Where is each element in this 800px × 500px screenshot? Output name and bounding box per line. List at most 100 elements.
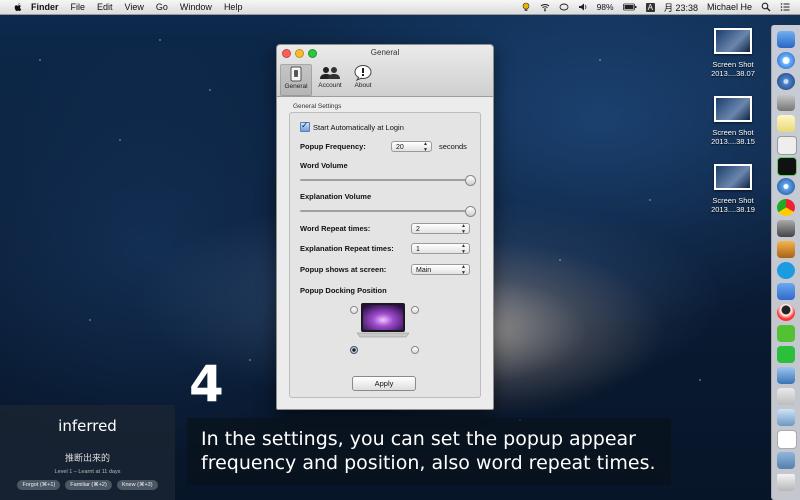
dock-bottom-left-radio[interactable] — [350, 346, 358, 354]
dock-bottom-right-radio[interactable] — [411, 346, 419, 354]
folder-icon[interactable] — [777, 452, 795, 469]
popup-frequency-label: Popup Frequency: — [300, 142, 366, 151]
tab-account[interactable]: Account — [315, 64, 345, 94]
menu-edit[interactable]: Edit — [97, 0, 113, 14]
document-stack-icon[interactable] — [777, 430, 797, 449]
file-name-line2: 2013....38.07 — [711, 69, 755, 78]
popup-frequency-value: 20 — [396, 144, 404, 151]
popup-meta: Level 1 – Learnt at 11 days — [54, 469, 121, 475]
tutorial-caption: In the settings, you can set the popup a… — [187, 418, 671, 485]
input-source-indicator[interactable]: A — [645, 2, 655, 12]
safari-icon[interactable] — [777, 178, 795, 195]
info-bubble-icon — [354, 65, 372, 81]
word-popup-card: inferred 推断出来的 Level 1 – Learnt at 11 da… — [0, 405, 175, 500]
tab-about[interactable]: About — [348, 64, 378, 94]
dock-top-right-radio[interactable] — [411, 306, 419, 314]
downloads-stack-icon[interactable] — [777, 388, 795, 405]
lightbulb-icon[interactable] — [521, 2, 531, 12]
file-name-line2: 2013....38.15 — [711, 137, 755, 146]
menu-go[interactable]: Go — [156, 0, 168, 14]
explanation-repeat-select[interactable]: 1 ▲ ▼ — [411, 243, 470, 254]
qq-icon[interactable] — [777, 304, 795, 321]
forgot-button[interactable]: Forgot (⌘+1) — [17, 480, 61, 490]
desktop-file-screenshot-3[interactable]: Screen Shot 2013....38.19 — [698, 164, 768, 214]
trash-icon[interactable] — [777, 474, 795, 491]
select-arrows-icon: ▲ ▼ — [461, 243, 466, 255]
system-preferences-icon[interactable] — [777, 94, 795, 111]
knew-button[interactable]: Knew (⌘+3) — [116, 480, 158, 490]
explanation-volume-label: Explanation Volume — [300, 192, 372, 201]
slider-knob[interactable] — [465, 175, 476, 186]
slider-track — [300, 179, 470, 181]
screenshot-thumbnail-icon — [714, 164, 752, 190]
tab-label: Account — [318, 82, 342, 89]
preferences-toolbar: General Account About — [280, 64, 378, 96]
window-titlebar[interactable]: General General Account About — [277, 45, 493, 97]
start-at-login-row[interactable]: Start Automatically at Login — [300, 120, 404, 132]
itunes-icon[interactable] — [777, 73, 795, 90]
word-repeat-label: Word Repeat times: — [300, 224, 371, 233]
activity-monitor-icon[interactable] — [777, 157, 797, 176]
word-volume-slider[interactable] — [300, 175, 476, 186]
switch-icon — [290, 66, 302, 82]
select-arrows-icon: ▲ ▼ — [461, 264, 466, 276]
popup-frequency-unit: seconds — [439, 142, 467, 151]
volume-icon[interactable] — [578, 2, 588, 12]
facetime-icon[interactable] — [777, 220, 795, 237]
slider-track — [300, 210, 470, 212]
file-name-line1: Screen Shot — [712, 60, 754, 69]
file-name-line1: Screen Shot — [712, 196, 754, 205]
wechat-icon[interactable] — [777, 325, 795, 342]
apply-button[interactable]: Apply — [352, 376, 416, 391]
general-settings-group: Start Automatically at Login Popup Frequ… — [289, 112, 481, 398]
xcode-icon[interactable] — [777, 367, 795, 384]
start-at-login-label: Start Automatically at Login — [313, 122, 404, 132]
step-number: 4 — [189, 355, 224, 413]
chat-bubble-icon[interactable] — [559, 2, 569, 12]
menu-help[interactable]: Help — [224, 0, 243, 14]
menu-file[interactable]: File — [71, 0, 86, 14]
docking-position-label: Popup Docking Position — [300, 286, 387, 295]
chrome-icon[interactable] — [777, 199, 795, 216]
line-icon[interactable] — [777, 346, 795, 363]
explanation-volume-slider[interactable] — [300, 206, 476, 217]
word-repeat-select[interactable]: 2 ▲ ▼ — [411, 223, 470, 234]
notes-icon[interactable] — [777, 115, 795, 132]
text-document-icon[interactable] — [777, 136, 797, 155]
box-app-icon[interactable] — [777, 409, 795, 426]
menu-user[interactable]: Michael He — [707, 2, 752, 12]
skype-icon[interactable] — [777, 262, 795, 279]
spotlight-search-icon[interactable] — [761, 2, 771, 12]
popup-frequency-select[interactable]: 20 ▲ ▼ — [391, 141, 432, 152]
wifi-icon[interactable] — [540, 2, 550, 12]
popup-meaning: 推断出来的 — [64, 454, 110, 464]
preferences-window: General General Account About General Se… — [276, 44, 494, 410]
menu-clock[interactable]: 月 23:38 — [664, 1, 698, 14]
menu-app-name[interactable]: Finder — [31, 0, 59, 14]
tab-label: General — [284, 83, 308, 90]
slider-knob[interactable] — [465, 206, 476, 217]
stepper-arrows-icon: ▲ ▼ — [423, 141, 428, 153]
battery-percent[interactable]: 98% — [597, 2, 614, 12]
popup-screen-value: Main — [416, 267, 432, 274]
word-volume-label: Word Volume — [300, 161, 348, 170]
menu-window[interactable]: Window — [180, 0, 212, 14]
select-arrows-icon: ▲ ▼ — [461, 223, 466, 235]
battery-icon[interactable] — [622, 2, 637, 12]
start-at-login-checkbox[interactable] — [300, 120, 310, 132]
desktop-file-screenshot-1[interactable]: Screen Shot 2013....38.07 — [698, 28, 768, 78]
desktop-file-screenshot-2[interactable]: Screen Shot 2013....38.15 — [698, 96, 768, 146]
popup-screen-select[interactable]: Main ▲ ▼ — [411, 264, 470, 275]
notification-center-icon[interactable] — [780, 2, 790, 12]
messages-icon[interactable] — [777, 283, 795, 300]
photo-icon[interactable] — [777, 241, 795, 258]
explanation-repeat-value: 1 — [416, 246, 420, 253]
tab-general[interactable]: General — [280, 64, 312, 96]
app-store-icon[interactable] — [777, 52, 795, 69]
menu-view[interactable]: View — [125, 0, 144, 14]
familiar-button[interactable]: Familiar (⌘+2) — [65, 480, 112, 490]
screenshot-thumbnail-icon — [714, 28, 752, 54]
apple-logo-icon[interactable] — [13, 2, 23, 12]
finder-icon[interactable] — [777, 31, 795, 48]
macbook-screen-icon — [356, 303, 410, 338]
